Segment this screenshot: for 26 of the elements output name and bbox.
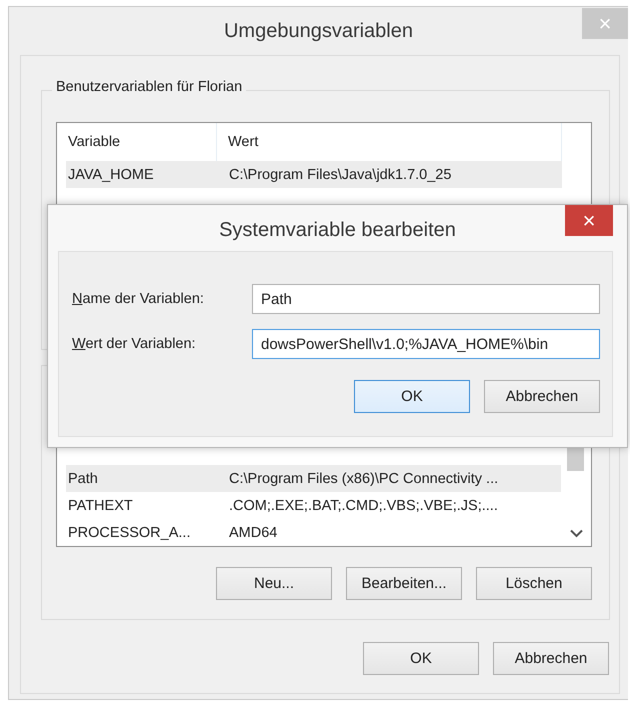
variable-value: C:\Program Files\Java\jdk1.7.0_25: [228, 166, 452, 182]
variable-name: PROCESSOR_A...: [67, 524, 192, 540]
button[interactable]: OK: [363, 642, 479, 675]
button[interactable]: Löschen: [476, 567, 592, 600]
variable-value: C:\Program Files (x86)\PC Connectivity ...: [228, 470, 498, 486]
input-field[interactable]: Path: [252, 284, 600, 314]
variable-name: PATHEXT: [67, 498, 134, 514]
field-label: Wert der Variablen:: [72, 336, 197, 352]
button[interactable]: Neu...: [216, 567, 332, 600]
input-field[interactable]: dowsPowerShell\v1.0;%JAVA_HOME%\bin: [252, 329, 600, 359]
button[interactable]: Abbrechen: [493, 642, 609, 675]
list-row[interactable]: PATHEXT .COM;.EXE;.BAT;.CMD;.VBS;.VBE;.JS;....: [66, 492, 561, 519]
window-title: Umgebungsvariablen: [224, 20, 413, 42]
button[interactable]: Bearbeiten...: [346, 567, 462, 600]
list-row[interactable]: Path C:\Program Files (x86)\PC Connectivity ...: [66, 465, 561, 492]
dialog-title: Systemvariable bearbeiten: [219, 218, 456, 242]
close-button[interactable]: ×: [565, 205, 613, 236]
button[interactable]: Abbrechen: [484, 380, 600, 413]
variable-value: AMD64: [228, 524, 278, 540]
variable-name: Path: [67, 470, 99, 486]
variable-name: JAVA_HOME: [67, 166, 155, 182]
variable-value: .COM;.EXE;.BAT;.CMD;.VBS;.VBE;.JS;....: [228, 498, 498, 514]
field-label: Name der Variablen:: [72, 291, 205, 307]
button[interactable]: OK: [354, 380, 470, 413]
list-row[interactable]: PROCESSOR_A... AMD64: [66, 519, 561, 546]
list-row[interactable]: JAVA_HOME C:\Program Files\Java\jdk1.7.0_25: [66, 161, 562, 188]
